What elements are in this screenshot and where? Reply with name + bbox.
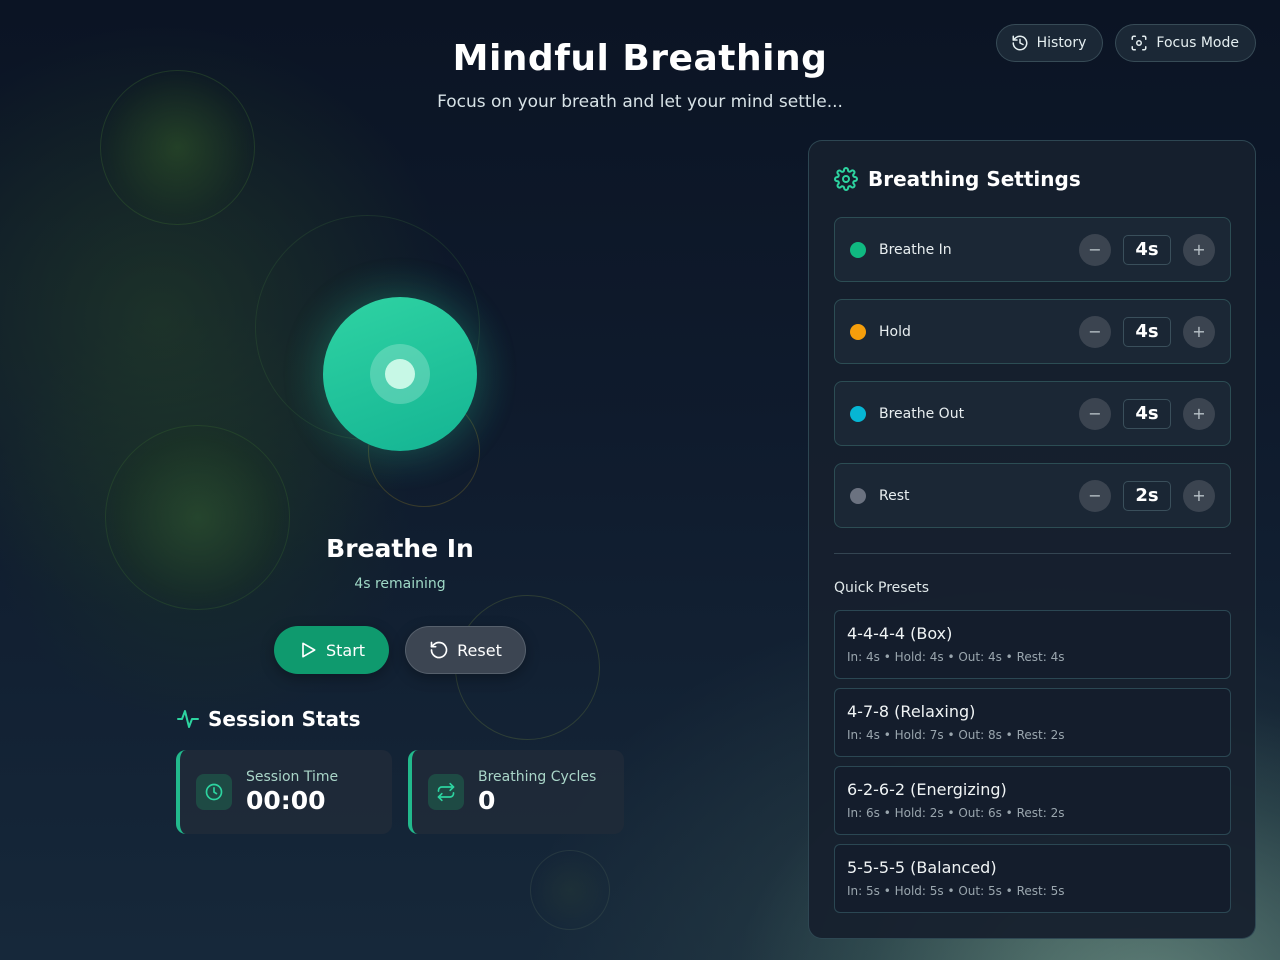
increase-button[interactable]: + [1183,397,1215,430]
duration-value[interactable]: 4s [1123,316,1171,347]
duration-value[interactable]: 4s [1123,234,1171,265]
reset-button[interactable]: Reset [405,626,526,674]
settings-heading: Breathing Settings [834,167,1081,191]
decrease-button[interactable]: − [1079,315,1111,348]
reset-icon [430,641,448,659]
increase-button[interactable]: + [1183,315,1215,348]
phase-color-dot [850,487,866,504]
preset-box[interactable]: 4-4-4-4 (Box) In: 4s • Hold: 4s • Out: 4… [834,610,1231,679]
repeat-icon-wrap [428,774,464,810]
preset-balanced[interactable]: 5-5-5-5 (Balanced) In: 5s • Hold: 5s • O… [834,844,1231,913]
page-subtitle: Focus on your breath and let your mind s… [437,92,843,112]
background-orb [530,850,610,930]
duration-value[interactable]: 2s [1123,480,1171,511]
history-icon [1012,35,1028,51]
breathing-cycles-value: 0 [478,786,496,815]
current-phase-label: Breathe In [326,534,474,563]
preset-name: 4-4-4-4 (Box) [847,624,953,643]
phase-color-dot [850,405,866,422]
phase-row-breathe-out: Breathe Out − 4s + [834,381,1231,446]
increase-button[interactable]: + [1183,479,1215,512]
preset-name: 5-5-5-5 (Balanced) [847,858,997,877]
preset-name: 6-2-6-2 (Energizing) [847,780,1007,799]
breathing-settings-panel: Breathing Settings Breathe In − 4s + Hol… [808,140,1256,939]
phase-name: Hold [879,323,911,340]
phase-row-rest: Rest − 2s + [834,463,1231,528]
preset-detail: In: 4s • Hold: 4s • Out: 4s • Rest: 4s [847,650,1065,664]
divider [834,553,1231,554]
phase-name: Breathe In [879,241,952,258]
breathing-circle-core [385,359,415,389]
phase-color-dot [850,241,866,258]
session-stats-heading: Session Stats [176,707,361,731]
clock-icon [205,783,223,801]
preset-energizing[interactable]: 6-2-6-2 (Energizing) In: 6s • Hold: 2s •… [834,766,1231,835]
preset-name: 4-7-8 (Relaxing) [847,702,976,721]
phase-row-breathe-in: Breathe In − 4s + [834,217,1231,282]
phase-name: Breathe Out [879,405,965,422]
start-button[interactable]: Start [274,626,389,674]
repeat-icon [437,782,455,802]
quick-presets-label: Quick Presets [834,580,929,596]
decrease-button[interactable]: − [1079,397,1111,430]
preset-relaxing[interactable]: 4-7-8 (Relaxing) In: 4s • Hold: 7s • Out… [834,688,1231,757]
duration-value[interactable]: 4s [1123,398,1171,429]
phase-name: Rest [879,487,910,504]
preset-detail: In: 6s • Hold: 2s • Out: 6s • Rest: 2s [847,806,1065,820]
preset-detail: In: 4s • Hold: 7s • Out: 8s • Rest: 2s [847,728,1065,742]
decrease-button[interactable]: − [1079,233,1111,266]
breathing-circle [283,257,517,491]
increase-button[interactable]: + [1183,233,1215,266]
settings-title: Breathing Settings [868,167,1081,191]
phase-remaining-text: 4s remaining [354,576,446,592]
session-stats-title: Session Stats [208,707,361,731]
focus-mode-label: Focus Mode [1156,35,1239,51]
play-icon [302,642,316,658]
activity-icon [177,710,199,728]
phase-row-hold: Hold − 4s + [834,299,1231,364]
breathing-cycles-label: Breathing Cycles [478,769,597,785]
session-time-label: Session Time [246,769,339,785]
reset-label: Reset [457,640,502,660]
history-label: History [1036,35,1087,51]
start-label: Start [325,640,366,660]
preset-detail: In: 5s • Hold: 5s • Out: 5s • Rest: 5s [847,884,1065,898]
focus-mode-button[interactable]: Focus Mode [1115,24,1256,62]
gear-icon [834,167,858,191]
focus-icon [1131,35,1147,51]
clock-icon-wrap [196,774,232,810]
session-time-value: 00:00 [246,786,326,815]
history-button[interactable]: History [995,24,1104,62]
top-actions: History Focus Mode [995,24,1256,62]
phase-color-dot [850,323,866,340]
decrease-button[interactable]: − [1079,479,1111,512]
breathing-cycles-card: Breathing Cycles 0 [408,750,624,834]
session-time-card: Session Time 00:00 [176,750,392,834]
